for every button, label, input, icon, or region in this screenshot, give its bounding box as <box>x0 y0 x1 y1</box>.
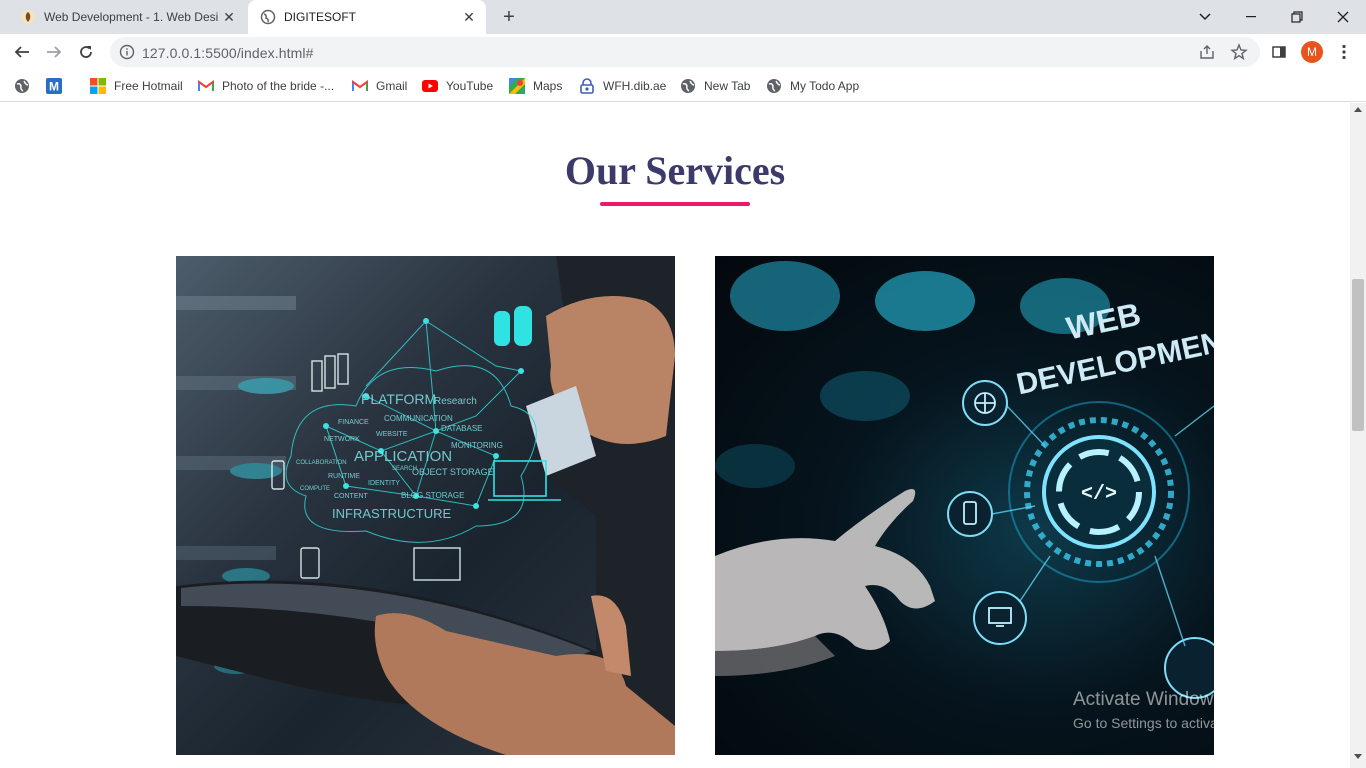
bookmark-photo-of-the-bride[interactable]: Photo of the bride -... <box>198 76 334 96</box>
tab-title: DIGITESOFT <box>284 10 356 24</box>
course-favicon-icon <box>20 9 36 25</box>
bookmark-label: My Todo App <box>790 79 860 93</box>
address-bar[interactable]: 127.0.0.1:5500/index.html# <box>110 37 1260 67</box>
tab-title: Web Development - 1. Web Desi <box>44 10 219 24</box>
close-tab-icon[interactable]: ✕ <box>460 8 478 26</box>
close-tab-icon[interactable]: ✕ <box>220 8 238 26</box>
tab-strip: Web Development - 1. Web Desi ✕ DIGITESO… <box>0 0 1366 34</box>
svg-text:M: M <box>49 80 59 94</box>
svg-text:FINANCE: FINANCE <box>338 419 369 426</box>
svg-text:OBJECT STORAGE: OBJECT STORAGE <box>412 467 494 477</box>
back-arrow-icon[interactable] <box>8 38 36 66</box>
svg-text:COMPUTE: COMPUTE <box>300 486 330 492</box>
bookmark-label: Photo of the bride -... <box>222 79 335 93</box>
youtube-icon <box>422 78 438 94</box>
svg-text:NETWORK: NETWORK <box>324 436 360 443</box>
svg-text:CONTENT: CONTENT <box>334 493 369 500</box>
bookmark-gmail[interactable]: Gmail <box>352 76 407 96</box>
bookmark-my-todo-app[interactable]: My Todo App <box>766 76 859 96</box>
watermark-subtitle: Go to Settings to activate Windows. <box>1073 715 1294 731</box>
service-image-web-development: WEB DEVELOPMENT </> <box>715 256 1214 755</box>
bookmark-youtube[interactable]: YouTube <box>422 76 493 96</box>
bookmark-new-tab[interactable]: New Tab <box>680 76 750 96</box>
globe-icon <box>680 78 696 94</box>
reload-icon[interactable] <box>72 38 100 66</box>
svg-text:APPLICATION: APPLICATION <box>354 448 452 465</box>
share-icon[interactable] <box>1198 43 1216 66</box>
svg-text:RUNTIME: RUNTIME <box>328 473 360 480</box>
globe-icon <box>14 78 30 94</box>
minimize-icon[interactable] <box>1228 0 1274 34</box>
bookmark-m-app[interactable]: M <box>46 76 70 96</box>
tab-search-icon[interactable] <box>1182 0 1228 34</box>
bookmark-label: New Tab <box>704 79 751 93</box>
bookmark-label: Maps <box>533 79 563 93</box>
scroll-up-arrow-icon[interactable] <box>1354 107 1362 112</box>
svg-text:PLATFORM: PLATFORM <box>361 391 436 407</box>
svg-text:BLOG STORAGE: BLOG STORAGE <box>401 491 464 500</box>
svg-text:INFRASTRUCTURE: INFRASTRUCTURE <box>332 506 451 521</box>
lock-app-icon <box>579 78 595 94</box>
windows-logo-icon <box>90 78 106 94</box>
scroll-down-arrow-icon[interactable] <box>1354 754 1362 759</box>
section-heading: Our Services <box>564 148 786 193</box>
heading-underline <box>600 202 750 206</box>
bookmark-label: YouTube <box>446 79 494 93</box>
profile-avatar[interactable]: M <box>1301 41 1323 63</box>
scrollbar-thumb[interactable] <box>1352 279 1364 431</box>
bookmark-free-hotmail[interactable]: Free Hotmail <box>90 76 183 96</box>
side-panel-icon[interactable] <box>1267 40 1291 64</box>
service-image-cloud-infrastructure: PLATFORM Research FINANCE COMMUNICATION … <box>176 256 675 755</box>
svg-text:WEBSITE: WEBSITE <box>376 431 408 438</box>
watermark-title: Activate Windows <box>1073 689 1223 710</box>
svg-text:COLLABORATION: COLLABORATION <box>296 460 347 466</box>
url-text: 127.0.0.1:5500/index.html# <box>142 45 314 61</box>
m-app-icon: M <box>46 78 62 94</box>
site-info-icon[interactable] <box>119 44 135 65</box>
svg-text:DATABASE: DATABASE <box>441 424 483 433</box>
gmail-icon <box>198 78 214 94</box>
svg-text:</>: </> <box>1081 483 1117 506</box>
svg-text:IDENTITY: IDENTITY <box>368 480 400 487</box>
bookmark-globe[interactable] <box>14 76 38 96</box>
svg-text:Research: Research <box>434 396 477 407</box>
bookmark-maps[interactable]: Maps <box>509 76 562 96</box>
bookmark-wfh[interactable]: WFH.dib.ae <box>579 76 666 96</box>
globe-icon <box>260 9 276 25</box>
more-menu-icon[interactable] <box>1332 40 1356 64</box>
restore-icon[interactable] <box>1274 0 1320 34</box>
close-window-icon[interactable] <box>1320 0 1366 34</box>
bookmark-star-icon[interactable] <box>1230 43 1248 66</box>
browser-toolbar: 127.0.0.1:5500/index.html# M <box>0 34 1366 70</box>
tab-digitesoft[interactable]: DIGITESOFT ✕ <box>248 0 486 34</box>
svg-text:COMMUNICATION: COMMUNICATION <box>384 414 453 423</box>
bookmark-label: Free Hotmail <box>114 79 183 93</box>
new-tab-button[interactable]: + <box>498 7 520 29</box>
bookmarks-bar: M Free Hotmail Photo of the bride -... G… <box>0 70 1366 102</box>
svg-text:MONITORING: MONITORING <box>451 441 503 450</box>
gmail-icon <box>352 78 368 94</box>
forward-arrow-icon[interactable] <box>40 38 68 66</box>
bookmark-label: WFH.dib.ae <box>603 79 667 93</box>
globe-icon <box>766 78 782 94</box>
maps-icon <box>509 78 525 94</box>
vertical-scrollbar[interactable] <box>1350 103 1366 768</box>
activate-windows-watermark: Activate Windows Go to Settings to activ… <box>1073 689 1294 731</box>
page-viewport: Our Services PLATFORM Research FINANCE C… <box>0 103 1350 768</box>
tab-web-development[interactable]: Web Development - 1. Web Desi ✕ <box>8 0 246 34</box>
bookmark-label: Gmail <box>376 79 408 93</box>
